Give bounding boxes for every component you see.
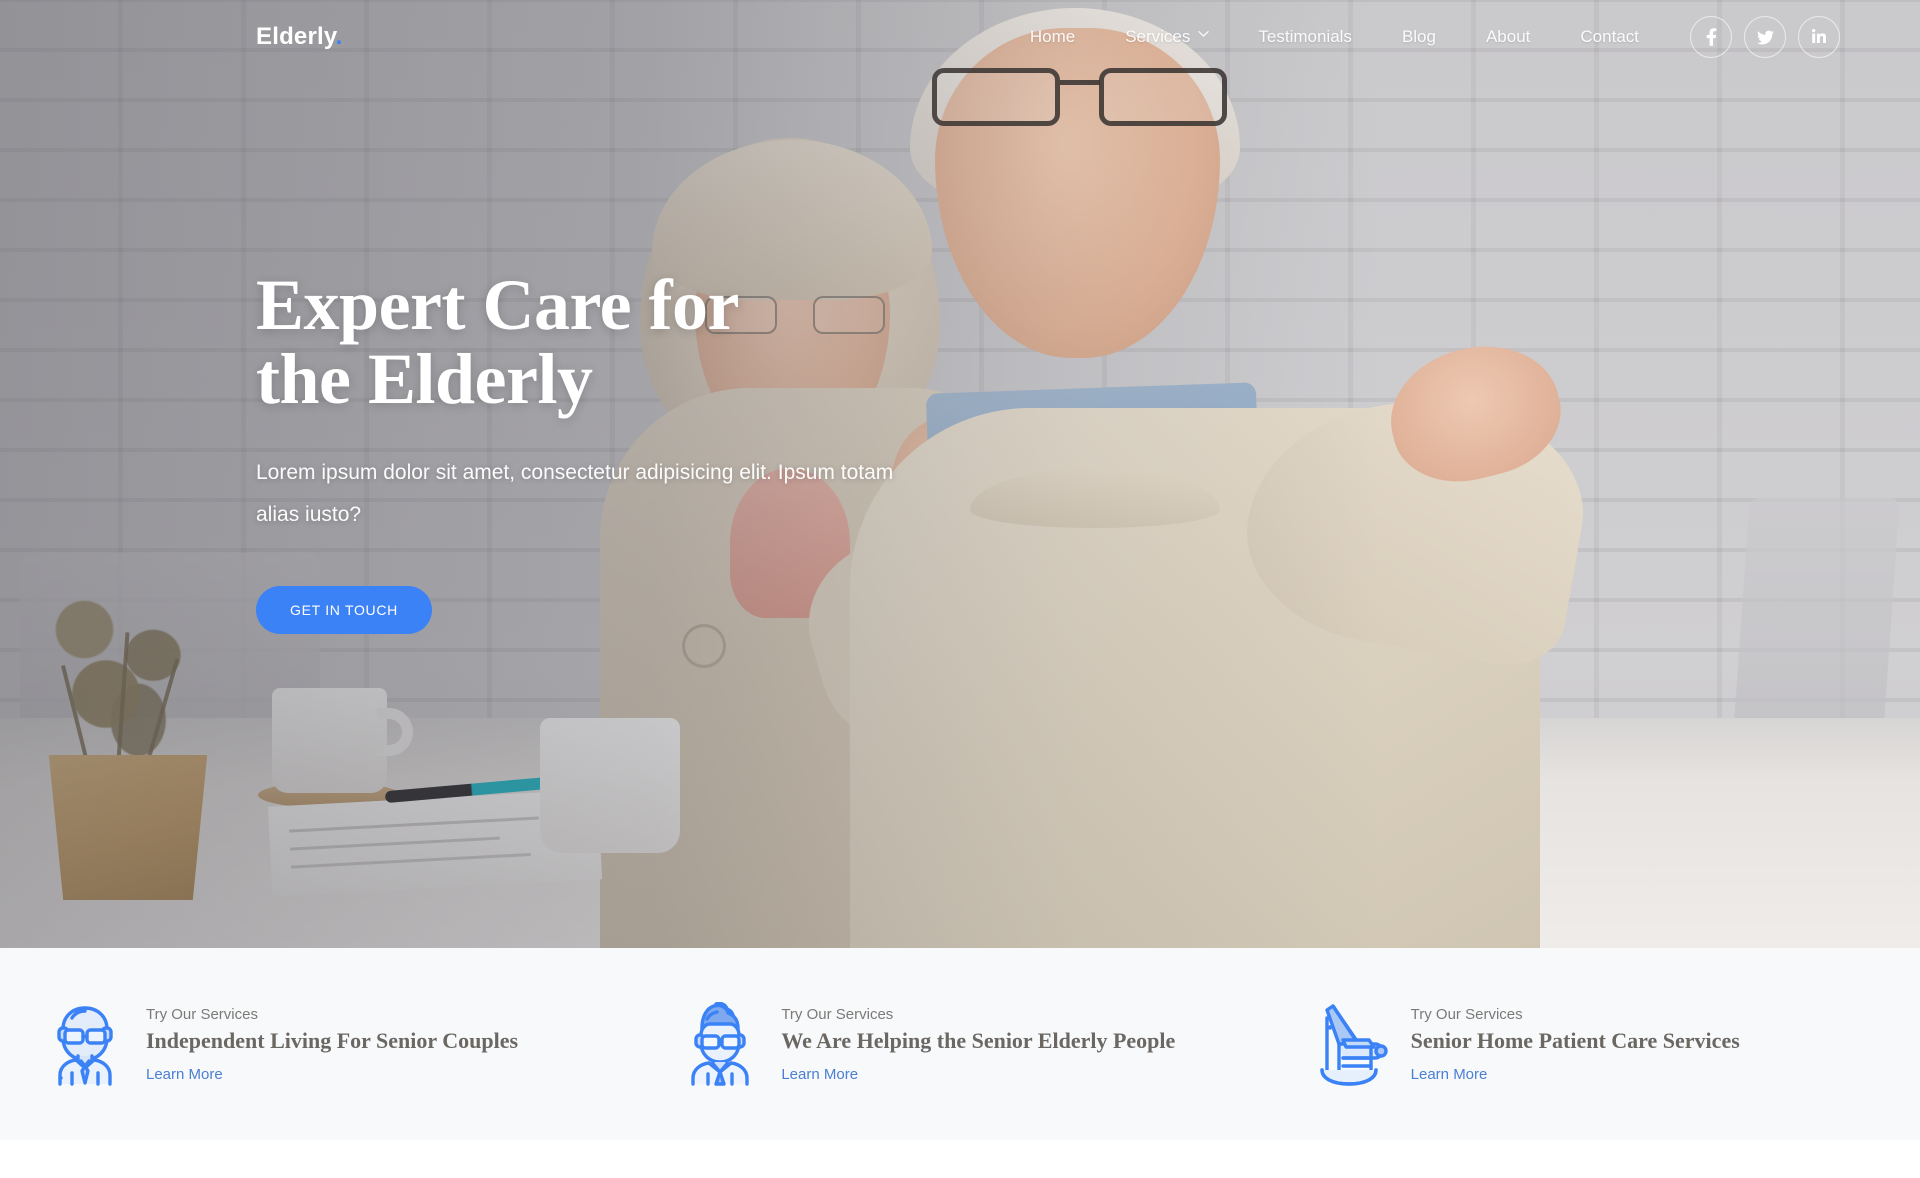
service-title: Independent Living For Senior Couples [146,1027,519,1053]
nav-item-blog[interactable]: Blog [1377,0,1461,74]
learn-more-link[interactable]: Learn More [146,1066,518,1083]
nav-item-testimonials[interactable]: Testimonials [1233,0,1377,74]
nav-label: Services [1125,27,1191,46]
site-header: Elderly. Home Services Testimonials Blog… [0,0,1920,74]
logo-dot: . [335,23,343,50]
linkedin-icon[interactable] [1798,16,1840,58]
nav-label: Testimonials [1258,27,1352,46]
learn-more-link[interactable]: Learn More [781,1066,1175,1083]
hero-content: Expert Care for the Elderly Lorem ipsum … [256,268,1076,634]
nav-item-home[interactable]: Home [1005,0,1100,74]
learn-more-link[interactable]: Learn More [1411,1066,1740,1083]
get-in-touch-button[interactable]: GET IN TOUCH [256,586,432,634]
social-links [1690,16,1840,58]
nav-label: Blog [1401,27,1436,46]
service-card-independent-living[interactable]: Try Our Services Independent Living For … [0,1002,655,1086]
service-kicker: Try Our Services [1410,1005,1523,1023]
hero-section: Elderly. Home Services Testimonials Blog… [0,0,1920,948]
nav-item-contact[interactable]: Contact [1555,0,1664,74]
site-logo[interactable]: Elderly. [256,23,343,51]
nav-item-about[interactable]: About [1461,0,1555,74]
elderly-woman-icon [683,1001,757,1086]
nav-label: About [1485,27,1531,46]
chevron-down-icon [1198,30,1210,40]
service-card-home-patient-care[interactable]: Try Our Services Senior Home Patient Car… [1291,1002,1920,1086]
services-bar: Try Our Services Independent Living For … [0,948,1920,1140]
nav-item-services[interactable]: Services [1100,0,1233,74]
service-title: Senior Home Patient Care Services [1410,1027,1740,1053]
main-navigation: Home Services Testimonials Blog About Co… [1005,0,1840,74]
nav-label: Home [1029,27,1076,46]
rocking-chair-icon [1313,1002,1388,1086]
hero-title: Expert Care for the Elderly [256,265,738,419]
service-title: We Are Helping the Senior Elderly People [781,1027,1176,1053]
facebook-icon[interactable] [1690,16,1732,58]
service-kicker: Try Our Services [781,1005,894,1023]
twitter-icon[interactable] [1744,16,1786,58]
service-card-helping-elderly[interactable]: Try Our Services We Are Helping the Seni… [655,1001,1290,1086]
elderly-man-icon [48,1002,122,1086]
nav-label: Contact [1580,27,1639,46]
service-kicker: Try Our Services [146,1005,258,1023]
logo-text: Elderly [256,23,336,50]
hero-subtitle: Lorem ipsum dolor sit amet, consectetur … [256,461,894,526]
